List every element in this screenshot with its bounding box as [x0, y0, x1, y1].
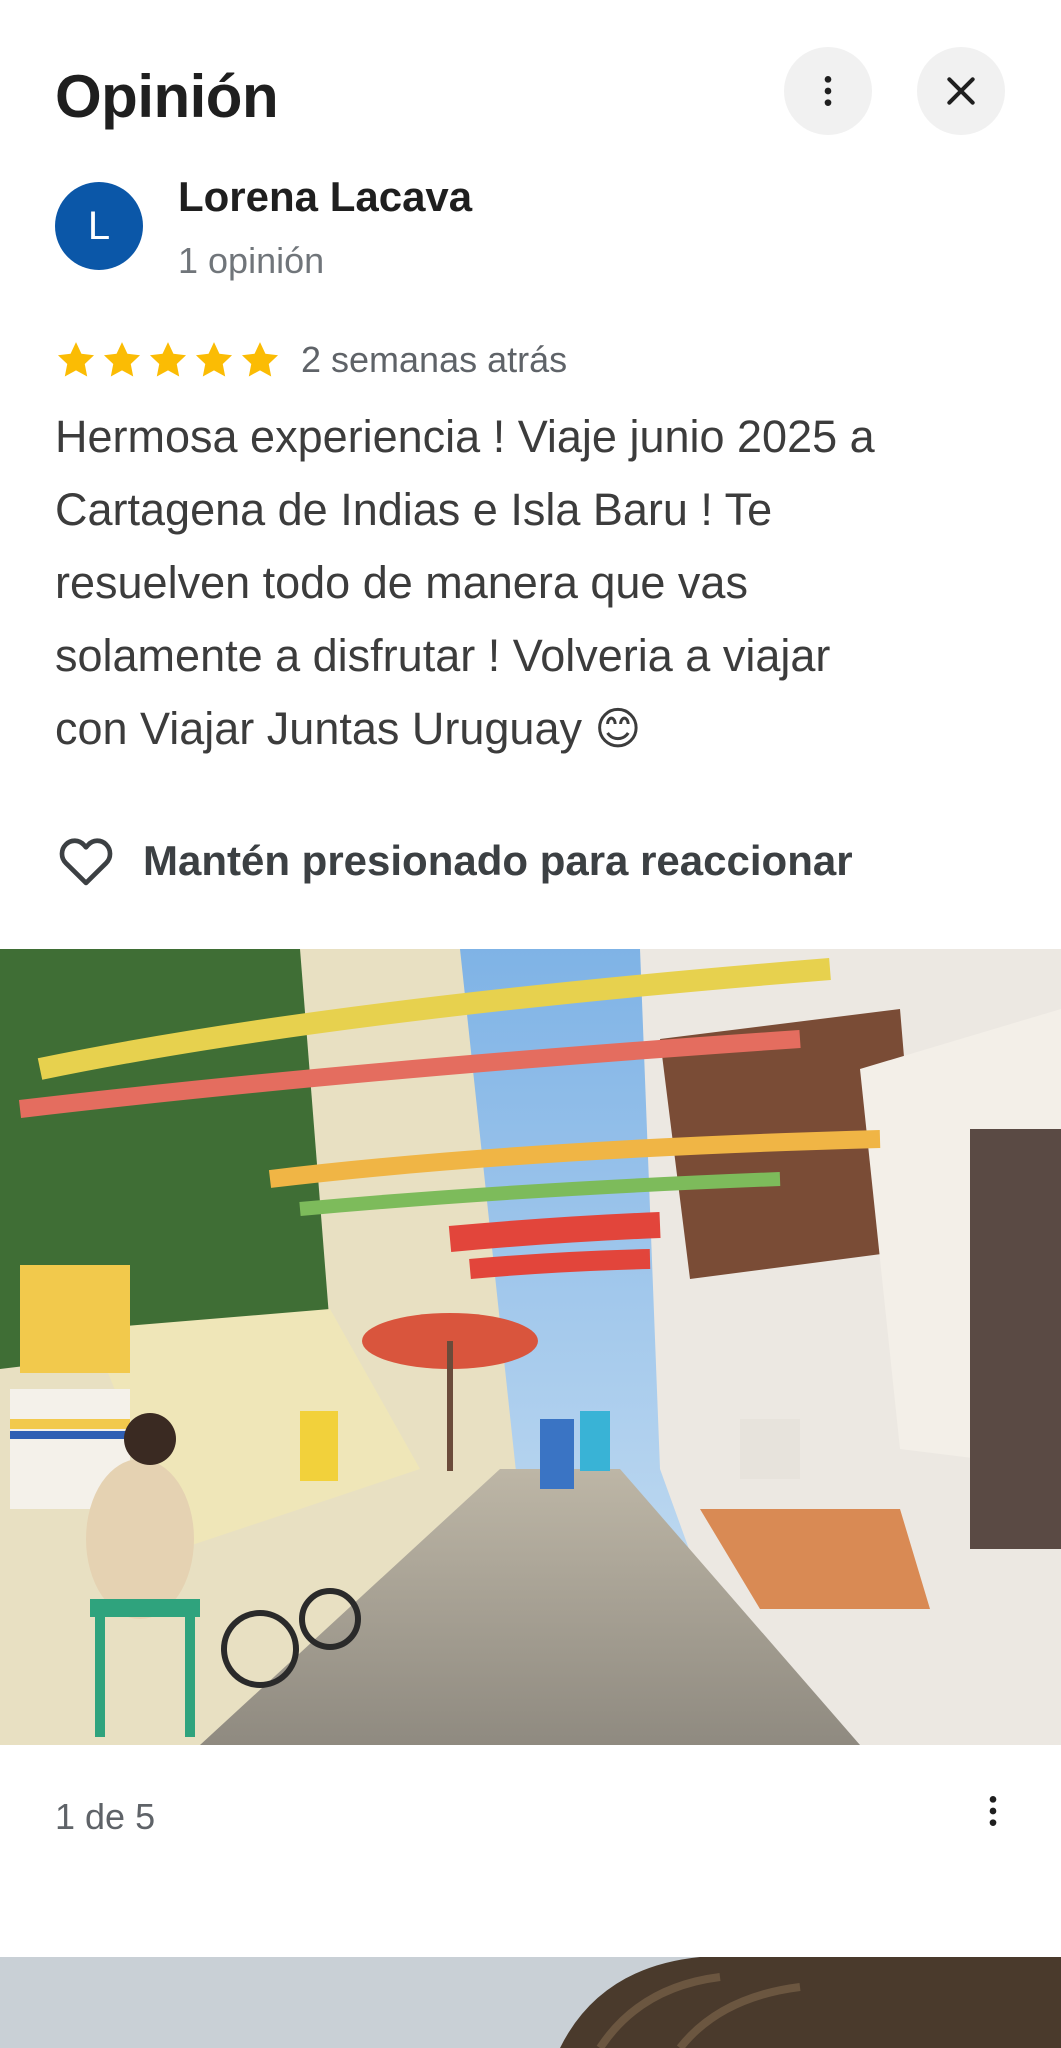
avatar-initial: L	[87, 203, 111, 248]
more-vert-icon	[824, 76, 832, 106]
more-vert-icon	[989, 1796, 997, 1826]
star-icon	[149, 342, 187, 377]
close-icon	[947, 77, 975, 105]
author-name[interactable]: Lorena Lacava	[178, 173, 472, 221]
review-date: 2 semanas atrás	[301, 339, 568, 380]
star-icon	[195, 342, 233, 377]
star-icon	[241, 342, 279, 377]
street-photo-illustration	[0, 949, 1061, 1745]
close-button[interactable]	[917, 47, 1005, 135]
react-button[interactable]: Mantén presionado para reaccionar	[55, 828, 853, 894]
review-text: Hermosa experiencia ! Viaje junio 2025 a…	[55, 411, 875, 754]
photo-counter: 1 de 5	[55, 1796, 156, 1837]
star-icon	[57, 342, 95, 377]
next-photo-illustration	[0, 1957, 1061, 2048]
star-icon	[103, 342, 141, 377]
avatar[interactable]: L	[55, 182, 143, 270]
review-photo[interactable]	[0, 949, 1061, 1745]
more-options-button[interactable]	[784, 47, 872, 135]
photo-more-options-button[interactable]	[968, 1786, 1018, 1836]
author-review-count: 1 opinión	[178, 240, 325, 281]
review-detail-page: Opinión L Lorena Lacava 1 opinión 2 sema…	[0, 0, 1061, 2048]
star-rating	[55, 339, 281, 381]
heart-outline-icon	[59, 838, 113, 886]
rating-row: 2 semanas atrás	[55, 335, 567, 385]
next-review-photo[interactable]	[0, 1957, 1061, 2048]
page-title: Opinión	[55, 63, 279, 130]
react-label: Mantén presionado para reaccionar	[143, 837, 853, 884]
